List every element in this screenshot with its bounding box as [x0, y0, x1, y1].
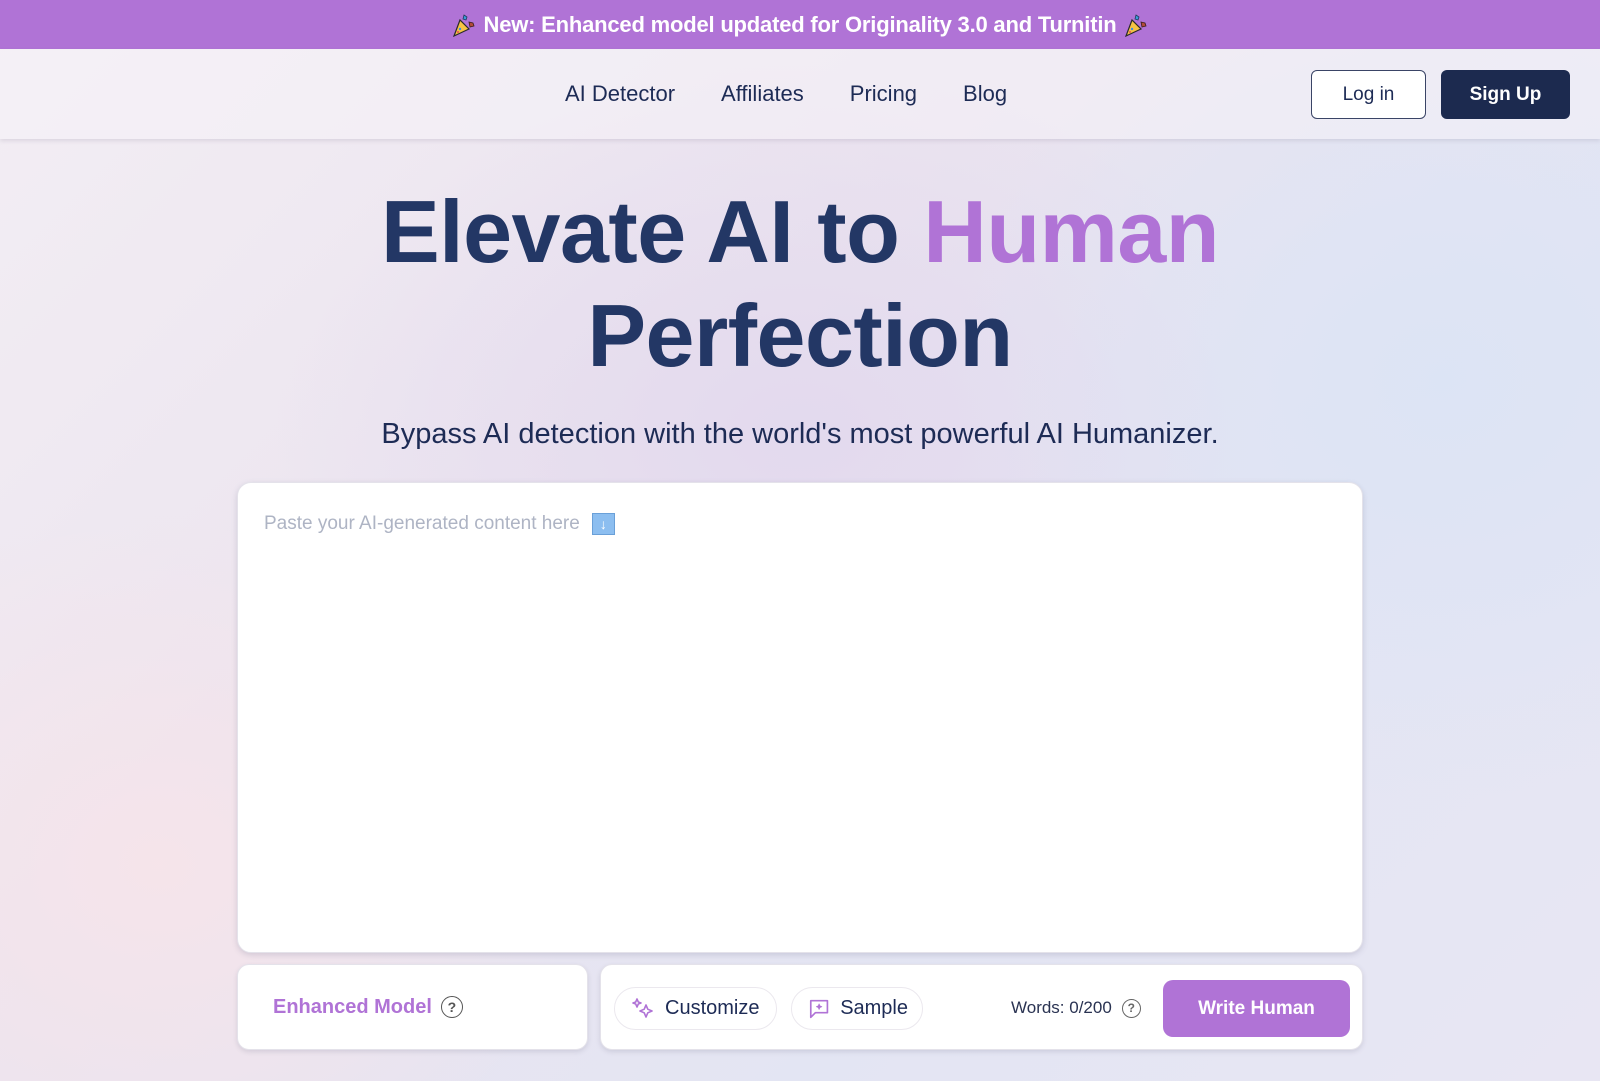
nav-link-pricing[interactable]: Pricing [850, 81, 917, 107]
model-selector-card: Enhanced Model ? [237, 964, 588, 1050]
nav-link-blog[interactable]: Blog [963, 81, 1007, 107]
announcement-text: New: Enhanced model updated for Original… [483, 11, 1117, 37]
action-bar: Customize Sample Words: 0/200 ? Write Hu… [600, 964, 1363, 1050]
hero-title-part1: Elevate AI to [380, 182, 924, 281]
party-popper-icon [1122, 11, 1150, 39]
enhanced-model-label[interactable]: Enhanced Model [273, 996, 432, 1019]
word-count: Words: 0/200 ? [1011, 993, 1141, 1023]
message-plus-icon [809, 999, 829, 1018]
nav-link-affiliates[interactable]: Affiliates [721, 81, 804, 107]
help-icon[interactable]: ? [1121, 998, 1141, 1018]
word-count-text: Words: 0/200 [1011, 998, 1112, 1017]
nav-links: AI Detector Affiliates Pricing Blog [565, 49, 1007, 139]
signup-button[interactable]: Sign Up [1441, 70, 1570, 119]
nav-link-ai-detector[interactable]: AI Detector [565, 81, 675, 107]
party-popper-icon [450, 11, 478, 39]
hero-subtitle: Bypass AI detection with the world's mos… [381, 418, 1219, 450]
sample-button[interactable]: Sample [791, 987, 923, 1030]
sparkles-icon [632, 997, 653, 1018]
write-human-button[interactable]: Write Human [1163, 980, 1350, 1037]
customize-label: Customize [665, 997, 760, 1019]
customize-button[interactable]: Customize [614, 987, 777, 1030]
content-input[interactable] [238, 483, 1362, 952]
hero-title-accent: Human [923, 182, 1220, 281]
content-editor[interactable]: Paste your AI-generated content here ↓ [237, 482, 1363, 953]
login-button[interactable]: Log in [1311, 70, 1426, 119]
help-icon[interactable]: ? [440, 996, 463, 1018]
hero-title: Elevate AI to Human Perfection [0, 180, 1600, 388]
navbar: AI Detector Affiliates Pricing Blog Log … [0, 49, 1600, 139]
announcement-banner[interactable]: New: Enhanced model updated for Original… [0, 0, 1600, 49]
hero-title-part2: Perfection [587, 286, 1013, 385]
sample-label: Sample [840, 997, 908, 1019]
